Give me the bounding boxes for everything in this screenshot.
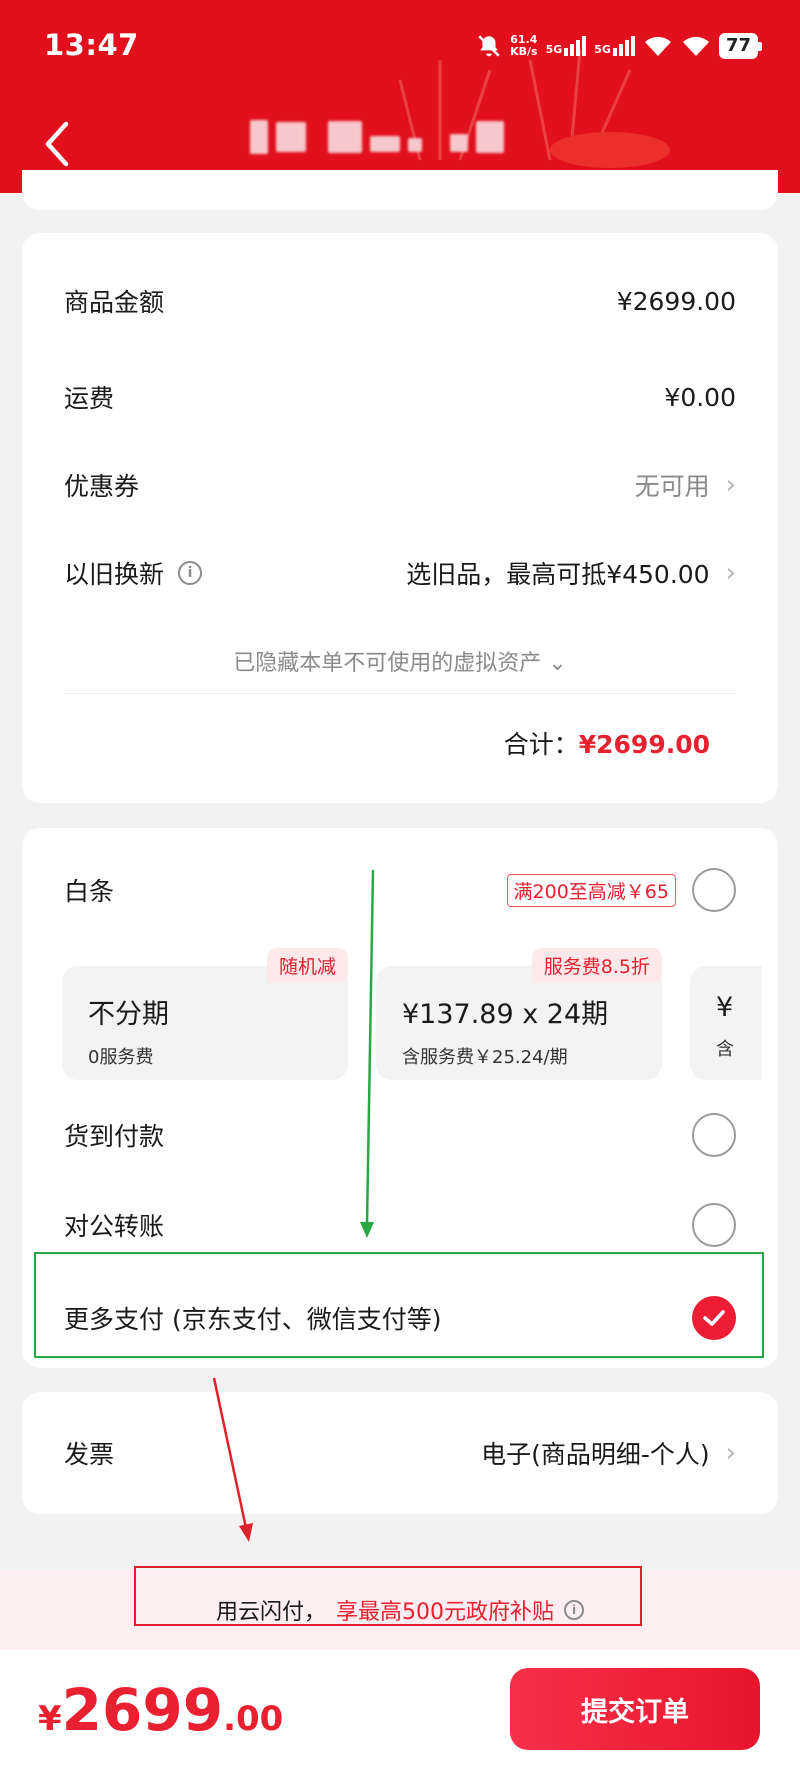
navbar (0, 100, 800, 180)
previous-card-bottom (22, 170, 778, 210)
baitiao-row[interactable]: 白条 满200至高减￥65 (64, 860, 736, 920)
invoice-card[interactable]: 发票 电子(商品明细-个人) › (22, 1392, 778, 1514)
total-value: ¥2699.00 (578, 730, 710, 759)
plan-badge: 服务费8.5折 (531, 948, 662, 983)
annotation-highlight-subsidy (134, 1566, 642, 1626)
transfer-label: 对公转账 (64, 1212, 165, 1241)
invoice-value: 电子(商品明细-个人) (481, 1440, 710, 1469)
trade-in-value: 选旧品，最高可抵¥450.00 (406, 560, 710, 589)
info-icon[interactable]: i (178, 561, 203, 585)
page-title-obscured (250, 120, 504, 154)
coupon-label: 优惠券 (64, 472, 140, 501)
chevron-right-icon: › (725, 1438, 736, 1468)
shipping-label: 运费 (64, 384, 115, 413)
invoice-row[interactable]: 发票 电子(商品明细-个人) › (64, 1430, 736, 1476)
annotation-highlight-more-payment (34, 1252, 764, 1358)
trade-in-label: 以旧换新 (64, 560, 165, 589)
shipping-row: 运费 ¥0.00 (64, 377, 736, 417)
payable-amount: ¥2699.00 (38, 1676, 284, 1744)
status-time: 13:47 (44, 28, 139, 62)
mute-bell-icon (478, 35, 500, 57)
invoice-label: 发票 (64, 1440, 115, 1469)
plan-24-installments[interactable]: ¥137.89 x 24期 含服务费￥25.24/期 服务费8.5折 (376, 948, 662, 1080)
baitiao-label: 白条 (64, 877, 115, 906)
submit-order-button[interactable]: 提交订单 (510, 1668, 760, 1750)
network-speed: 61.4 KB/s (510, 33, 538, 58)
order-total: 合计：¥2699.00 (504, 725, 710, 761)
baitiao-radio[interactable] (692, 868, 736, 912)
coupon-row[interactable]: 优惠券 无可用 › (64, 465, 736, 505)
wifi-icon (644, 36, 671, 56)
back-button[interactable] (36, 116, 80, 172)
transfer-row[interactable]: 对公转账 (64, 1200, 736, 1250)
signal-icon: 5G (546, 36, 587, 56)
plan-no-installment[interactable]: 不分期 0服务费 随机减 (62, 948, 348, 1080)
chevron-right-icon: › (725, 558, 736, 588)
goods-amount-row: 商品金额 ¥2699.00 (64, 281, 736, 321)
trade-in-row[interactable]: 以旧换新 i 选旧品，最高可抵¥450.00 › (64, 553, 736, 593)
wifi-icon-2 (682, 36, 709, 56)
back-chevron-icon (45, 121, 69, 167)
divider (64, 693, 736, 694)
annotation-arrowhead-red (239, 1523, 253, 1542)
plan-partial[interactable]: ¥ 含 (690, 966, 762, 1080)
goods-amount-value: ¥2699.00 (616, 286, 736, 316)
header: 13:47 61.4 KB/s 5G 5G 77 (0, 0, 800, 193)
plan-badge: 随机减 (266, 948, 348, 983)
baitiao-promo-tag: 满200至高减￥65 (506, 873, 676, 907)
order-summary-card: 商品金额 ¥2699.00 运费 ¥0.00 优惠券 无可用 › 以旧换新 i … (22, 233, 778, 803)
total-label: 合计： (503, 730, 579, 759)
status-bar: 13:47 61.4 KB/s 5G 5G 77 (0, 22, 800, 72)
shipping-value: ¥0.00 (664, 382, 736, 412)
cod-radio[interactable] (692, 1113, 736, 1157)
cod-row[interactable]: 货到付款 (64, 1110, 736, 1160)
checkout-footer: ¥2699.00 提交订单 (0, 1650, 800, 1777)
battery-indicator: 77 (718, 33, 763, 59)
coupon-value: 无可用 (634, 472, 710, 501)
chevron-down-icon: ⌄ (548, 651, 567, 676)
installment-plans: 不分期 0服务费 随机减 ¥137.89 x 24期 含服务费￥25.24/期 … (62, 948, 762, 1088)
transfer-radio[interactable] (692, 1203, 736, 1247)
status-icons: 61.4 KB/s 5G 5G 77 (476, 28, 763, 64)
cod-label: 货到付款 (64, 1122, 165, 1151)
signal-icon-2: 5G (594, 36, 635, 56)
goods-amount-label: 商品金额 (64, 288, 165, 317)
hidden-assets-toggle[interactable]: 已隐藏本单不可使用的虚拟资产 ⌄ (22, 645, 778, 677)
chevron-right-icon: › (725, 470, 736, 500)
